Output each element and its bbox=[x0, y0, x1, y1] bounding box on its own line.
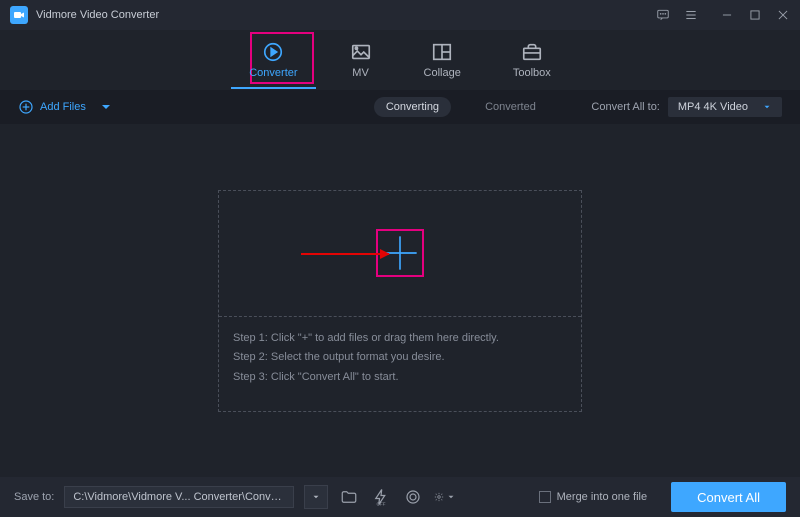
convert-all-button[interactable]: Convert All bbox=[671, 482, 786, 512]
chevron-down-icon bbox=[762, 102, 772, 112]
step-text: Step 2: Select the output format you des… bbox=[233, 348, 567, 368]
minimize-icon[interactable] bbox=[720, 8, 734, 22]
title-bar: Vidmore Video Converter bbox=[0, 0, 800, 30]
merge-label: Merge into one file bbox=[557, 491, 648, 503]
annotation-arrow bbox=[301, 253, 389, 255]
tab-label: MV bbox=[352, 67, 369, 79]
menu-icon[interactable] bbox=[684, 8, 698, 22]
app-logo bbox=[10, 6, 28, 24]
collage-icon bbox=[431, 41, 453, 63]
chevron-down-icon bbox=[98, 99, 114, 115]
output-path-dropdown[interactable] bbox=[304, 485, 328, 509]
dropzone: Step 1: Click "+" to add files or drag t… bbox=[218, 190, 582, 412]
format-selected-value: MP4 4K Video bbox=[678, 101, 748, 113]
step-text: Step 3: Click "Convert All" to start. bbox=[233, 368, 567, 388]
converter-icon bbox=[262, 41, 284, 63]
output-format-select[interactable]: MP4 4K Video bbox=[668, 97, 782, 117]
hardware-accel-icon[interactable]: OFF bbox=[370, 486, 392, 508]
app-title: Vidmore Video Converter bbox=[36, 9, 159, 21]
save-to-label: Save to: bbox=[14, 491, 54, 503]
instructions: Step 1: Click "+" to add files or drag t… bbox=[219, 317, 581, 400]
tab-converter[interactable]: Converter bbox=[249, 37, 297, 83]
mv-icon bbox=[350, 41, 372, 63]
drop-target[interactable] bbox=[219, 191, 581, 317]
merge-checkbox[interactable]: Merge into one file bbox=[539, 491, 648, 503]
step-text: Step 1: Click "+" to add files or drag t… bbox=[233, 329, 567, 349]
main-area: Step 1: Click "+" to add files or drag t… bbox=[0, 124, 800, 477]
output-path-field[interactable]: C:\Vidmore\Vidmore V... Converter\Conver… bbox=[64, 486, 294, 508]
high-speed-icon[interactable] bbox=[402, 486, 424, 508]
subtab-converted[interactable]: Converted bbox=[473, 97, 548, 117]
toolbox-icon bbox=[521, 41, 543, 63]
open-folder-icon[interactable] bbox=[338, 486, 360, 508]
maximize-icon[interactable] bbox=[748, 8, 762, 22]
feedback-icon[interactable] bbox=[656, 8, 670, 22]
subtab-converting[interactable]: Converting bbox=[374, 97, 451, 117]
close-icon[interactable] bbox=[776, 8, 790, 22]
convert-all-to-label: Convert All to: bbox=[591, 101, 659, 113]
action-bar: Add Files Converting Converted Convert A… bbox=[0, 90, 800, 124]
main-tabs: Converter MV Collage Toolbox bbox=[0, 30, 800, 90]
settings-icon[interactable] bbox=[434, 486, 456, 508]
tab-label: Converter bbox=[249, 67, 297, 79]
add-files-button[interactable]: Add Files bbox=[18, 99, 114, 115]
tab-toolbox[interactable]: Toolbox bbox=[513, 37, 551, 83]
tab-mv[interactable]: MV bbox=[350, 37, 372, 83]
svg-text:OFF: OFF bbox=[377, 501, 386, 506]
add-files-label: Add Files bbox=[40, 101, 86, 113]
tab-label: Toolbox bbox=[513, 67, 551, 79]
tab-collage[interactable]: Collage bbox=[424, 37, 461, 83]
bottom-bar: Save to: C:\Vidmore\Vidmore V... Convert… bbox=[0, 477, 800, 517]
tab-label: Collage bbox=[424, 67, 461, 79]
checkbox-icon bbox=[539, 491, 551, 503]
